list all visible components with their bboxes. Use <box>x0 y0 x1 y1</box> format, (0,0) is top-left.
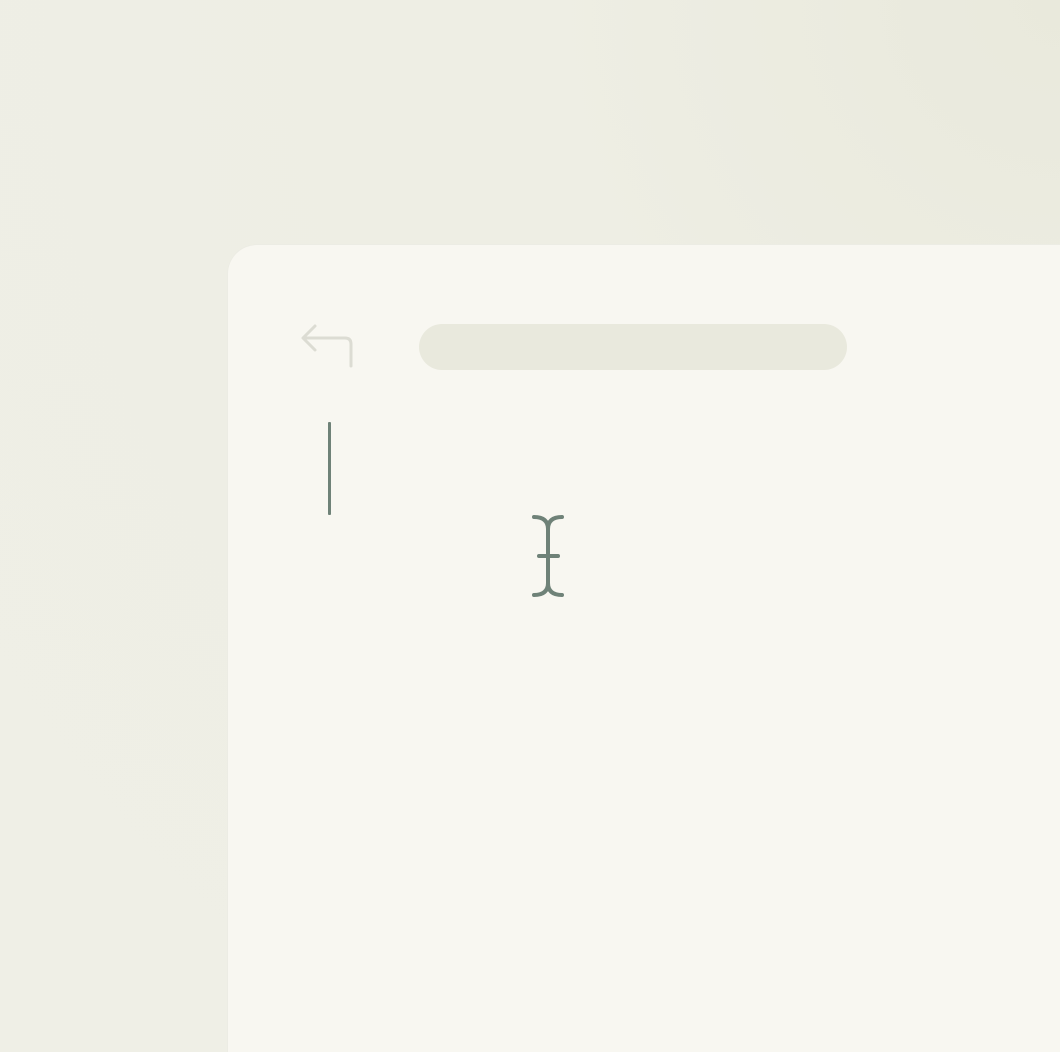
ibeam-cursor-icon <box>530 513 570 599</box>
back-button[interactable] <box>298 320 358 370</box>
text-caret <box>328 422 331 515</box>
address-bar-input[interactable] <box>419 324 847 370</box>
editor-area[interactable] <box>288 395 988 995</box>
back-arrow-icon <box>299 320 357 370</box>
browser-window <box>227 244 1060 1052</box>
